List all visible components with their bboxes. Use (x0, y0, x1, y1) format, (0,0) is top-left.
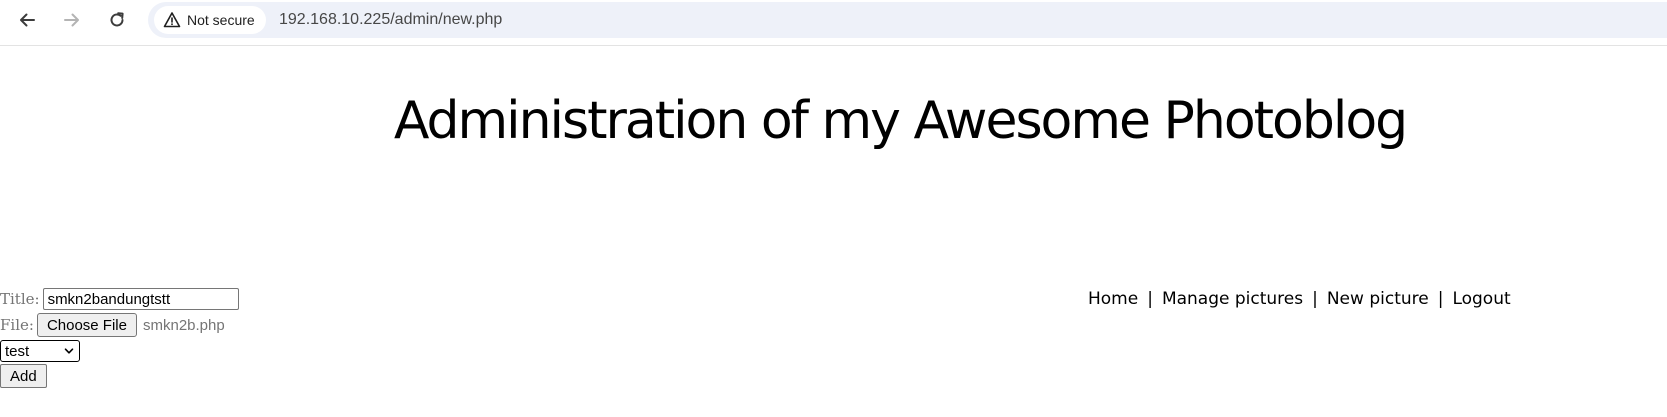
category-select[interactable]: test (0, 340, 80, 362)
arrow-left-icon (20, 13, 35, 27)
reload-button[interactable] (101, 4, 133, 36)
menu-link-manage-pictures[interactable]: Manage pictures (1162, 289, 1303, 309)
file-label: File: (0, 316, 34, 334)
title-row: Title: (0, 288, 239, 310)
admin-menu: Home | Manage pictures | New picture | L… (1088, 287, 1511, 311)
page-title: Administration of my Awesome Photoblog (393, 91, 1408, 151)
browser-toolbar: Not secure 192.168.10.225/admin/new.php (0, 0, 1667, 46)
choose-file-button[interactable]: Choose File (36, 313, 137, 337)
menu-separator: | (1437, 289, 1444, 309)
address-bar[interactable]: Not secure 192.168.10.225/admin/new.php (148, 2, 1667, 38)
menu-link-new-picture[interactable]: New picture (1327, 289, 1429, 309)
menu-link-logout[interactable]: Logout (1452, 289, 1510, 309)
file-row: File: Choose File smkn2b.php (0, 313, 225, 337)
submit-row: Add (0, 364, 47, 388)
add-button[interactable]: Add (0, 364, 47, 388)
warning-icon (163, 12, 181, 28)
security-chip[interactable]: Not secure (154, 6, 266, 34)
forward-button[interactable] (56, 4, 88, 36)
security-label: Not secure (187, 12, 255, 28)
menu-link-home[interactable]: Home (1088, 289, 1138, 309)
select-value: test (5, 342, 30, 360)
title-input[interactable] (42, 288, 239, 310)
title-label: Title: (0, 290, 40, 308)
url-text[interactable]: 192.168.10.225/admin/new.php (279, 2, 502, 38)
reload-icon (110, 12, 124, 27)
back-button[interactable] (11, 4, 43, 36)
menu-separator: | (1147, 289, 1153, 309)
selected-file-name: smkn2b.php (142, 316, 225, 334)
select-row: test (0, 340, 80, 362)
chevron-down-icon (64, 348, 74, 354)
menu-separator: | (1312, 289, 1318, 309)
arrow-right-icon (64, 13, 79, 27)
